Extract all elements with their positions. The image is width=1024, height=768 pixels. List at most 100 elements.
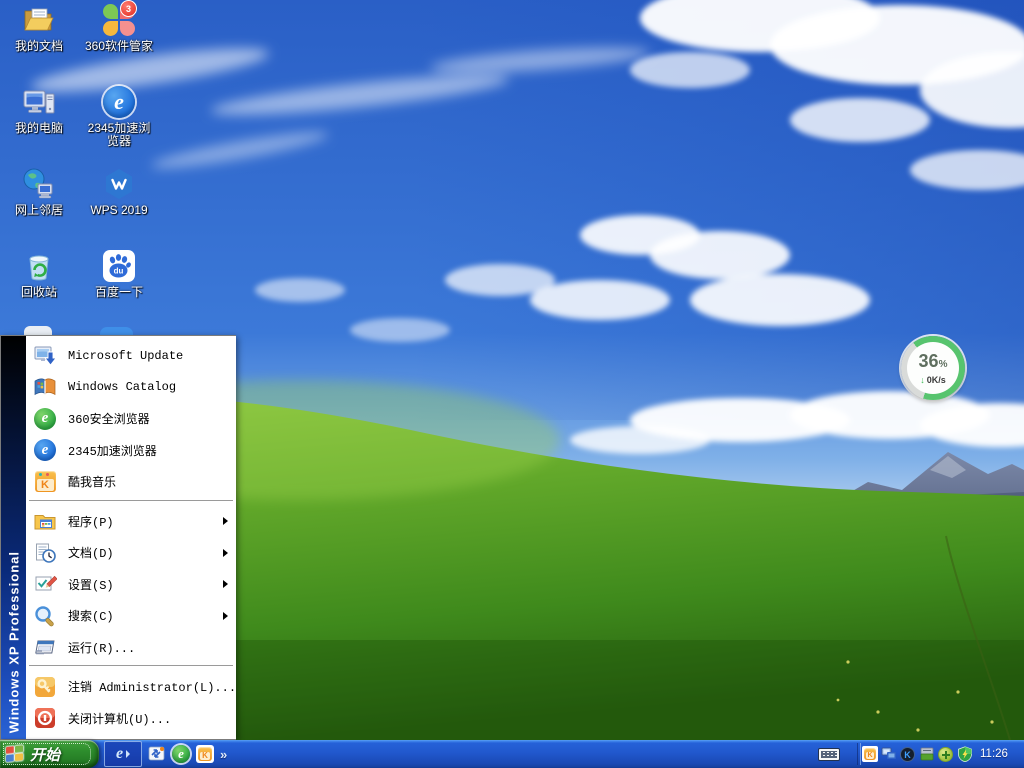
settings-icon bbox=[33, 572, 57, 596]
menu-separator bbox=[29, 665, 233, 669]
quick-launch-show-desktop[interactable] bbox=[148, 745, 166, 763]
desktop-icon-my-documents[interactable]: 我的文档 bbox=[4, 2, 74, 53]
menu-item-label: 程序(P) bbox=[68, 513, 114, 530]
menu-item-run[interactable]: 运行(R)... bbox=[26, 631, 236, 663]
windows-flag-icon bbox=[6, 745, 25, 763]
documents-icon bbox=[33, 541, 57, 565]
windows-catalog-icon bbox=[33, 375, 57, 399]
360-secure-browser-icon: e bbox=[172, 745, 190, 763]
download-arrow-icon: ↓ bbox=[920, 375, 925, 385]
submenu-arrow-icon bbox=[223, 517, 228, 525]
desktop-icon-label: 360软件管家 bbox=[84, 40, 154, 53]
menu-item-label: 设置(S) bbox=[68, 576, 114, 593]
menu-item-2345-explorer[interactable]: e 2345加速浏览器 bbox=[26, 435, 236, 467]
desktop-icon-label: 百度一下 bbox=[84, 286, 154, 299]
start-menu: Windows XP Professional Microsoft Update bbox=[0, 335, 236, 740]
start-button-label: 开始 bbox=[30, 744, 60, 765]
submenu-arrow-icon bbox=[223, 580, 228, 588]
shut-down-icon bbox=[33, 706, 57, 730]
network-places-icon bbox=[21, 166, 57, 202]
update-count-badge: 3 bbox=[120, 0, 137, 17]
menu-item-360-secure-browser[interactable]: e 360安全浏览器 bbox=[26, 403, 236, 435]
menu-item-microsoft-update[interactable]: Microsoft Update bbox=[26, 340, 236, 372]
kuwo-music-icon: K bbox=[33, 470, 57, 494]
desktop-icon-label: WPS 2019 bbox=[84, 204, 154, 217]
desktop-icon-label: 网上邻居 bbox=[4, 204, 74, 217]
desktop-icon-360-software-manager[interactable]: 3 360软件管家 bbox=[84, 2, 154, 53]
360-secure-browser-icon: e bbox=[33, 407, 57, 431]
svg-text:du: du bbox=[114, 267, 124, 276]
quick-launch-kuwo-music[interactable]: K bbox=[196, 745, 214, 763]
banner-text: Windows XP Professional bbox=[6, 551, 21, 733]
desktop-icon-network-places[interactable]: 网上邻居 bbox=[4, 166, 74, 217]
quick-launch: e e K » bbox=[104, 740, 227, 768]
submenu-arrow-icon bbox=[223, 549, 228, 557]
menu-item-label: 360安全浏览器 bbox=[68, 410, 150, 427]
microsoft-update-icon bbox=[33, 344, 57, 368]
my-documents-icon bbox=[21, 2, 57, 38]
quick-launch-internet-explorer[interactable]: e bbox=[104, 741, 142, 767]
menu-item-documents[interactable]: 文档(D) bbox=[26, 537, 236, 569]
desktop-icon-my-computer[interactable]: 我的电脑 bbox=[4, 84, 74, 135]
tray-360-shield-icon[interactable] bbox=[957, 746, 973, 762]
memory-usage-percent: 36% bbox=[919, 352, 948, 374]
desktop-icon-label: 我的电脑 bbox=[4, 122, 74, 135]
360-speedball-widget[interactable]: 36% ↓0K/s bbox=[901, 336, 965, 400]
expand-arrow-icon bbox=[126, 750, 130, 758]
menu-item-label: 搜索(C) bbox=[68, 607, 114, 624]
tray-hardware-device-icon[interactable] bbox=[919, 746, 935, 762]
menu-separator bbox=[29, 500, 233, 504]
partial-desktop-icon[interactable] bbox=[100, 327, 133, 335]
menu-item-label: Microsoft Update bbox=[68, 349, 183, 363]
submenu-arrow-icon bbox=[223, 612, 228, 620]
desktop-icon-label: 我的文档 bbox=[4, 40, 74, 53]
speedball-face: 36% ↓0K/s bbox=[907, 342, 959, 394]
windows-xp-desktop: { "desktop": { "icons": [ {"name": "my-d… bbox=[0, 0, 1024, 768]
kuwo-music-icon: K bbox=[196, 745, 214, 763]
menu-item-settings[interactable]: 设置(S) bbox=[26, 568, 236, 600]
internet-explorer-icon: e bbox=[116, 746, 123, 762]
menu-item-search[interactable]: 搜索(C) bbox=[26, 600, 236, 632]
desktop-icon-label: 2345加速浏览器 bbox=[84, 122, 154, 148]
menu-item-kuwo-music[interactable]: K 酷我音乐 bbox=[26, 466, 236, 498]
tray-360-antivirus-icon[interactable] bbox=[938, 746, 954, 762]
menu-item-programs[interactable]: 程序(P) bbox=[26, 505, 236, 537]
menu-item-label: Windows Catalog bbox=[68, 380, 176, 394]
menu-item-label: 关闭计算机(U)... bbox=[68, 710, 171, 727]
start-menu-panel: Microsoft Update Windows Catalog e 360安全… bbox=[26, 336, 236, 739]
menu-item-label: 注销 Administrator(L)... bbox=[68, 678, 236, 695]
network-speed: ↓0K/s bbox=[920, 375, 946, 385]
tray-kuwo-music-icon[interactable]: K bbox=[862, 746, 878, 762]
baidu-icon: du bbox=[101, 248, 137, 284]
desktop-icon-baidu[interactable]: du 百度一下 bbox=[84, 248, 154, 299]
quick-launch-more-chevron[interactable]: » bbox=[220, 747, 227, 762]
tray-divider bbox=[857, 743, 861, 765]
wps-2019-icon bbox=[101, 166, 137, 202]
tray-kuaizip-icon[interactable]: K bbox=[900, 746, 916, 762]
input-method-keyboard-icon[interactable] bbox=[818, 748, 840, 761]
2345-explorer-icon: e bbox=[33, 438, 57, 462]
menu-item-label: 2345加速浏览器 bbox=[68, 442, 157, 459]
start-button[interactable]: 开始 bbox=[0, 740, 99, 768]
menu-item-windows-catalog[interactable]: Windows Catalog bbox=[26, 372, 236, 404]
partial-desktop-icon[interactable] bbox=[24, 326, 52, 335]
my-computer-icon bbox=[21, 84, 57, 120]
menu-item-label: 运行(R)... bbox=[68, 639, 135, 656]
tray-network-connections-icon[interactable] bbox=[881, 746, 897, 762]
quick-launch-360-secure-browser[interactable]: e bbox=[172, 745, 190, 763]
show-desktop-icon bbox=[148, 745, 166, 763]
360-software-manager-icon: 3 bbox=[101, 2, 137, 38]
menu-item-log-off[interactable]: 注销 Administrator(L)... bbox=[26, 671, 236, 703]
desktop-icon-wps-2019[interactable]: WPS 2019 bbox=[84, 166, 154, 217]
log-off-key-icon bbox=[33, 675, 57, 699]
start-menu-banner: Windows XP Professional bbox=[1, 336, 26, 739]
recycle-bin-icon bbox=[21, 248, 57, 284]
search-icon bbox=[33, 604, 57, 628]
programs-icon bbox=[33, 509, 57, 533]
taskbar-clock[interactable]: 11:26 bbox=[980, 748, 1008, 760]
run-icon bbox=[33, 635, 57, 659]
menu-item-shut-down[interactable]: 关闭计算机(U)... bbox=[26, 702, 236, 734]
desktop-icon-recycle-bin[interactable]: 回收站 bbox=[4, 248, 74, 299]
desktop-icon-2345-explorer[interactable]: e 2345加速浏览器 bbox=[84, 84, 154, 148]
system-tray: K K bbox=[862, 740, 1024, 768]
